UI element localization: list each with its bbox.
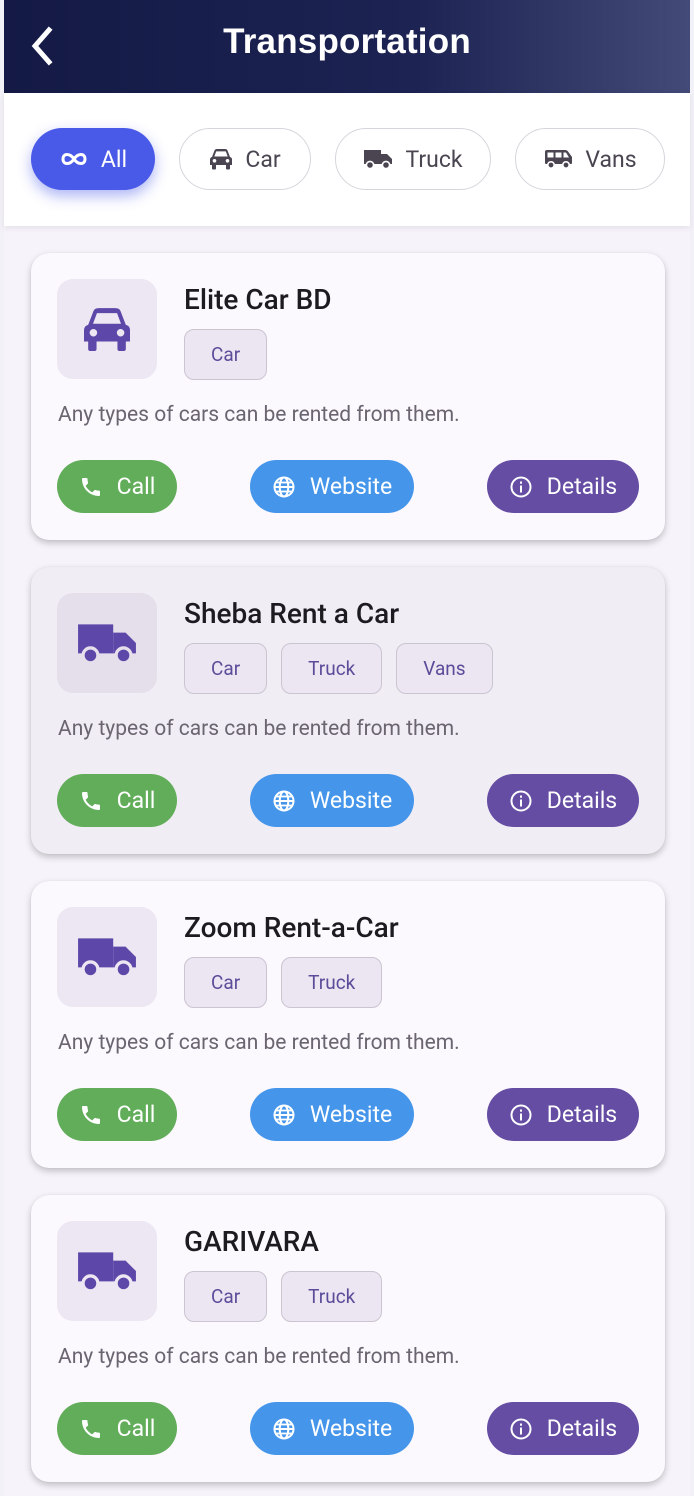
info-icon xyxy=(510,790,532,811)
page-title: Transportation xyxy=(223,22,471,61)
tag-car: Car xyxy=(184,643,268,694)
infinity-icon xyxy=(61,153,87,165)
tag-car: Car xyxy=(184,1271,268,1322)
provider-description: Any types of cars can be rented from the… xyxy=(58,717,460,741)
website-label: Website xyxy=(309,787,393,814)
details-label: Details xyxy=(546,1101,618,1128)
provider-name: Elite Car BD xyxy=(184,283,332,316)
provider-card[interactable]: Sheba Rent a Car Car Truck Vans Any type… xyxy=(31,567,665,854)
website-label: Website xyxy=(309,473,393,500)
app-screen: Transportation All Car Truck Vans Elite … xyxy=(4,0,690,1496)
website-button[interactable]: Website xyxy=(250,1088,414,1141)
call-label: Call xyxy=(116,787,156,814)
provider-tags: Car Truck Vans xyxy=(184,643,493,694)
call-label: Call xyxy=(116,1101,156,1128)
filter-chip-vans[interactable]: Vans xyxy=(515,128,665,190)
info-icon xyxy=(510,1104,532,1125)
globe-icon xyxy=(273,1104,295,1125)
provider-description: Any types of cars can be rented from the… xyxy=(58,1031,460,1055)
provider-icon-box xyxy=(57,279,157,379)
filter-chip-car[interactable]: Car xyxy=(179,128,311,190)
filter-chip-label: Truck xyxy=(405,145,463,173)
van-icon xyxy=(545,150,573,169)
truck-icon xyxy=(78,1252,136,1293)
tag-truck: Truck xyxy=(281,957,383,1008)
truck-icon xyxy=(364,150,393,170)
call-label: Call xyxy=(116,1415,156,1442)
call-button[interactable]: Call xyxy=(57,460,177,513)
provider-description: Any types of cars can be rented from the… xyxy=(58,403,460,427)
call-button[interactable]: Call xyxy=(57,774,177,827)
call-button[interactable]: Call xyxy=(57,1088,177,1141)
filter-chip-label: Vans xyxy=(585,145,637,173)
details-label: Details xyxy=(546,1415,618,1442)
tag-vans: Vans xyxy=(396,643,493,694)
tag-truck: Truck xyxy=(281,643,383,694)
filter-chip-label: All xyxy=(100,145,128,173)
provider-tags: Car Truck xyxy=(184,957,383,1008)
phone-icon xyxy=(81,1419,100,1438)
globe-icon xyxy=(273,476,295,497)
app-bar: Transportation xyxy=(4,0,690,93)
website-label: Website xyxy=(309,1415,393,1442)
tag-car: Car xyxy=(184,329,268,380)
provider-icon-box xyxy=(57,1221,157,1321)
phone-icon xyxy=(81,791,100,810)
provider-tags: Car xyxy=(184,329,268,380)
phone-icon xyxy=(81,477,100,496)
website-button[interactable]: Website xyxy=(250,774,414,827)
truck-icon xyxy=(78,938,136,979)
website-label: Website xyxy=(309,1101,393,1128)
car-icon xyxy=(210,149,233,170)
provider-name: Zoom Rent-a-Car xyxy=(184,911,399,944)
provider-card[interactable]: Zoom Rent-a-Car Car Truck Any types of c… xyxy=(31,881,665,1168)
call-button[interactable]: Call xyxy=(57,1402,177,1455)
website-button[interactable]: Website xyxy=(250,460,414,513)
details-button[interactable]: Details xyxy=(487,460,639,513)
tag-car: Car xyxy=(184,957,268,1008)
details-button[interactable]: Details xyxy=(487,1088,639,1141)
globe-icon xyxy=(273,1418,295,1439)
phone-icon xyxy=(81,1105,100,1124)
provider-icon-box xyxy=(57,593,157,693)
provider-name: Sheba Rent a Car xyxy=(184,597,400,630)
details-button[interactable]: Details xyxy=(487,1402,639,1455)
truck-icon xyxy=(78,624,136,665)
provider-card[interactable]: Elite Car BD Car Any types of cars can b… xyxy=(31,253,665,540)
provider-name: GARIVARA xyxy=(184,1225,319,1258)
provider-card[interactable]: GARIVARA Car Truck Any types of cars can… xyxy=(31,1195,665,1482)
filter-bar: All Car Truck Vans xyxy=(4,93,690,226)
filter-chip-label: Car xyxy=(245,145,281,173)
tag-truck: Truck xyxy=(281,1271,383,1322)
filter-chip-all[interactable]: All xyxy=(31,128,155,190)
details-label: Details xyxy=(546,787,618,814)
details-button[interactable]: Details xyxy=(487,774,639,827)
car-icon xyxy=(84,308,130,351)
info-icon xyxy=(510,476,532,497)
info-icon xyxy=(510,1418,532,1439)
globe-icon xyxy=(273,790,295,811)
provider-icon-box xyxy=(57,907,157,1007)
website-button[interactable]: Website xyxy=(250,1402,414,1455)
filter-chip-truck[interactable]: Truck xyxy=(335,128,491,190)
call-label: Call xyxy=(116,473,156,500)
details-label: Details xyxy=(546,473,618,500)
provider-tags: Car Truck xyxy=(184,1271,383,1322)
provider-description: Any types of cars can be rented from the… xyxy=(58,1345,460,1369)
